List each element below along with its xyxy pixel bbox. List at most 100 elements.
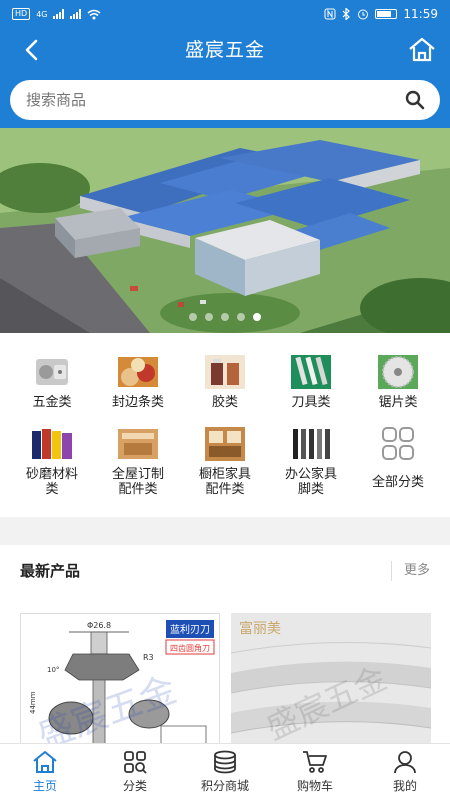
category-label-line: 配件类 <box>205 482 245 497</box>
cutter-icon <box>291 355 331 389</box>
home-outline-icon <box>409 37 435 62</box>
category-label-line: 全屋订制 <box>111 467 164 482</box>
back-button[interactable] <box>16 34 48 66</box>
network-badge: HD <box>12 8 31 20</box>
product-dimension-small: 10° <box>47 666 59 674</box>
network-type: 4G <box>36 9 48 19</box>
status-bar: HD 4G 11:59 <box>0 0 450 28</box>
tab-label: 积分商城 <box>200 779 249 793</box>
tab-profile[interactable]: 我的 <box>360 744 450 800</box>
category-label-line: 类 <box>45 482 59 497</box>
office-leg-icon <box>293 429 330 459</box>
router-bit-image: 蓝利刃刀 四齿圆角刀 Φ26.8 R3 10° 44mm 盛宸五金 <box>21 614 219 743</box>
edge-banding-roll-image: 富丽美 盛宸五金 <box>231 613 431 743</box>
category-label: 全屋订制 配件类 <box>93 467 183 497</box>
user-icon <box>394 751 416 774</box>
page-title: 盛宸五金 <box>184 39 265 61</box>
edge-banding-icon <box>118 357 158 387</box>
carousel-dot[interactable] <box>221 313 229 321</box>
category-label: 刀具类 <box>291 395 331 410</box>
category-edge-banding[interactable]: 封边条类 <box>93 353 183 410</box>
tab-cart[interactable]: 购物车 <box>270 744 360 800</box>
category-label-line: 配件类 <box>118 482 158 497</box>
category-grid: 五金类 封边条类 胶类 刀具类 锯片类 砂磨材料类 全屋订制 配件类 橱柜家具 配件… <box>0 333 450 517</box>
alarm-icon <box>358 9 369 20</box>
category-custom-fitting[interactable]: 全屋订制 配件类 <box>93 425 183 497</box>
status-left: HD 4G <box>12 8 101 20</box>
tab-label: 分类 <box>122 779 147 793</box>
status-time: 11:59 <box>403 7 438 21</box>
carousel-dot-active[interactable] <box>253 313 261 321</box>
bluetooth-icon <box>342 8 351 20</box>
nfc-icon <box>324 8 336 20</box>
category-abrasive[interactable]: 砂磨材料类 <box>7 425 97 497</box>
category-label-line: 办公家具 <box>284 467 337 482</box>
abrasive-icon <box>32 429 72 459</box>
tab-label: 购物车 <box>296 779 333 793</box>
coins-icon <box>214 750 236 774</box>
tab-category[interactable]: 分类 <box>90 744 180 800</box>
custom-fitting-icon <box>118 429 158 459</box>
category-label: 办公家具 脚类 <box>266 467 356 497</box>
signal-icon <box>53 9 65 19</box>
category-icon <box>124 751 147 774</box>
category-saw-blade[interactable]: 锯片类 <box>353 353 443 410</box>
category-label-line: 砂磨材料 <box>25 467 78 482</box>
category-label: 砂磨材料类 <box>7 467 97 497</box>
cabinet-icon <box>205 427 245 461</box>
product-dimension-r: R3 <box>143 653 154 662</box>
category-office-leg[interactable]: 办公家具 脚类 <box>266 425 356 497</box>
category-label: 封边条类 <box>111 395 164 410</box>
carousel-dot[interactable] <box>205 313 213 321</box>
tab-home[interactable]: 主页 <box>0 744 90 800</box>
carousel-dots <box>0 313 450 321</box>
home-button[interactable] <box>406 34 438 66</box>
wifi-icon <box>88 9 101 19</box>
home-icon <box>33 751 57 773</box>
category-cutter[interactable]: 刀具类 <box>266 353 356 410</box>
category-label: 橱柜家具 配件类 <box>180 467 270 497</box>
search-box[interactable] <box>10 80 440 120</box>
factory-aerial-image <box>0 128 450 333</box>
category-label: 锯片类 <box>378 395 418 410</box>
latest-products-header: 最新产品 更多 <box>0 545 450 597</box>
category-label-line: 脚类 <box>297 482 324 497</box>
category-label: 胶类 <box>211 395 238 410</box>
chevron-left-icon <box>25 39 38 61</box>
category-hardware[interactable]: 五金类 <box>7 353 97 410</box>
category-glue[interactable]: 胶类 <box>180 353 270 410</box>
product-card[interactable]: 蓝利刃刀 四齿圆角刀 Φ26.8 R3 10° 44mm 盛宸五金 <box>20 613 220 743</box>
category-label-line: 橱柜家具 <box>198 467 251 482</box>
bottom-tab-bar: 主页 分类 积分商城 购物车 我的 <box>0 743 450 800</box>
category-label: 全部分类 <box>371 475 424 490</box>
search-bar <box>0 72 450 128</box>
status-right: 11:59 <box>324 7 438 21</box>
more-link[interactable]: 更多 <box>390 561 430 581</box>
search-input[interactable] <box>26 91 404 109</box>
tab-points-mall[interactable]: 积分商城 <box>180 744 270 800</box>
carousel-dot[interactable] <box>237 313 245 321</box>
carousel-dot[interactable] <box>189 313 197 321</box>
product-list: 蓝利刃刀 四齿圆角刀 Φ26.8 R3 10° 44mm 盛宸五金 富丽美 盛宸… <box>0 597 450 743</box>
category-cabinet[interactable]: 橱柜家具 配件类 <box>180 425 270 497</box>
tab-label: 主页 <box>32 779 57 793</box>
grid-icon <box>382 427 414 460</box>
glue-icon <box>205 355 245 389</box>
product-brand: 富丽美 <box>239 620 281 637</box>
signal-icon-2 <box>70 9 82 19</box>
product-subtitle: 四齿圆角刀 <box>170 643 210 653</box>
cart-icon <box>303 751 327 773</box>
category-label: 五金类 <box>32 395 72 410</box>
product-dimension-side: 44mm <box>29 691 37 714</box>
banner-carousel[interactable] <box>0 128 450 333</box>
section-title: 最新产品 <box>20 562 81 580</box>
category-all[interactable]: 全部分类 <box>353 425 443 490</box>
search-icon[interactable] <box>404 89 426 111</box>
product-brand-tag: 蓝利刃刀 <box>170 624 210 636</box>
saw-blade-icon <box>378 355 418 389</box>
app-header: 盛宸五金 <box>0 28 450 72</box>
hinge-icon <box>36 359 68 385</box>
battery-icon <box>375 9 398 19</box>
product-dimension-top: Φ26.8 <box>87 621 111 630</box>
product-card[interactable]: 富丽美 盛宸五金 <box>231 613 431 743</box>
